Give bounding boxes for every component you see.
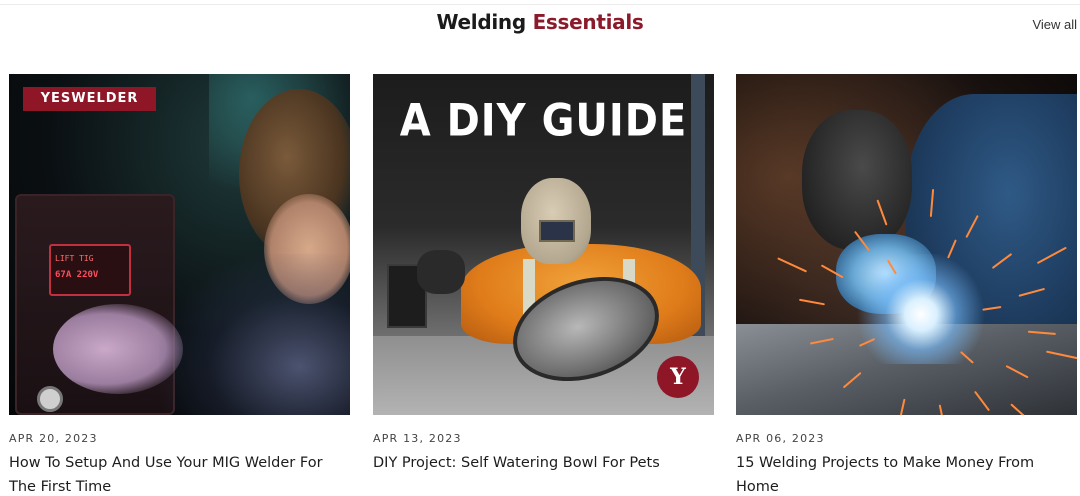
post-title-link[interactable]: How To Setup And Use Your MIG Welder For… [9,451,344,496]
blog-card: APR 06, 2023 15 Welding Projects to Make… [736,74,1077,496]
image-headline: A DIY GUIDE [399,95,688,147]
post-date: APR 20, 2023 [9,432,98,445]
welding-arc [856,254,986,364]
blog-card-image[interactable]: A DIY GUIDE Y [373,74,714,415]
glove [417,250,465,294]
welding-helmet [802,110,912,250]
post-date: APR 06, 2023 [736,432,825,445]
section-title-main: Welding [436,10,526,34]
post-date: APR 13, 2023 [373,432,462,445]
section-title: Welding Essentials [0,10,1080,34]
welder-display-values: 67A 220V [55,270,99,280]
blog-card: A DIY GUIDE Y APR 13, 2023 DIY Project: … [373,74,714,475]
section-title-accent: Essentials [532,10,644,34]
blog-card-image[interactable]: LIFT TIG 67A 220V YESWELDER [9,74,350,415]
blog-card-image[interactable] [736,74,1077,415]
welder-knob [37,386,63,412]
post-title-link[interactable]: 15 Welding Projects to Make Money From H… [736,451,1071,496]
view-all-link[interactable]: View all [1032,17,1077,32]
brand-badge: YESWELDER [23,87,156,111]
helmet-visor [539,220,575,242]
top-divider [0,4,1080,5]
welder-display-mode: LIFT TIG [55,254,94,263]
blog-card: LIFT TIG 67A 220V YESWELDER APR 20, 2023… [9,74,350,496]
post-title-link[interactable]: DIY Project: Self Watering Bowl For Pets [373,451,708,475]
brand-logo-icon: Y [657,356,699,398]
ambient-glow [159,254,350,415]
